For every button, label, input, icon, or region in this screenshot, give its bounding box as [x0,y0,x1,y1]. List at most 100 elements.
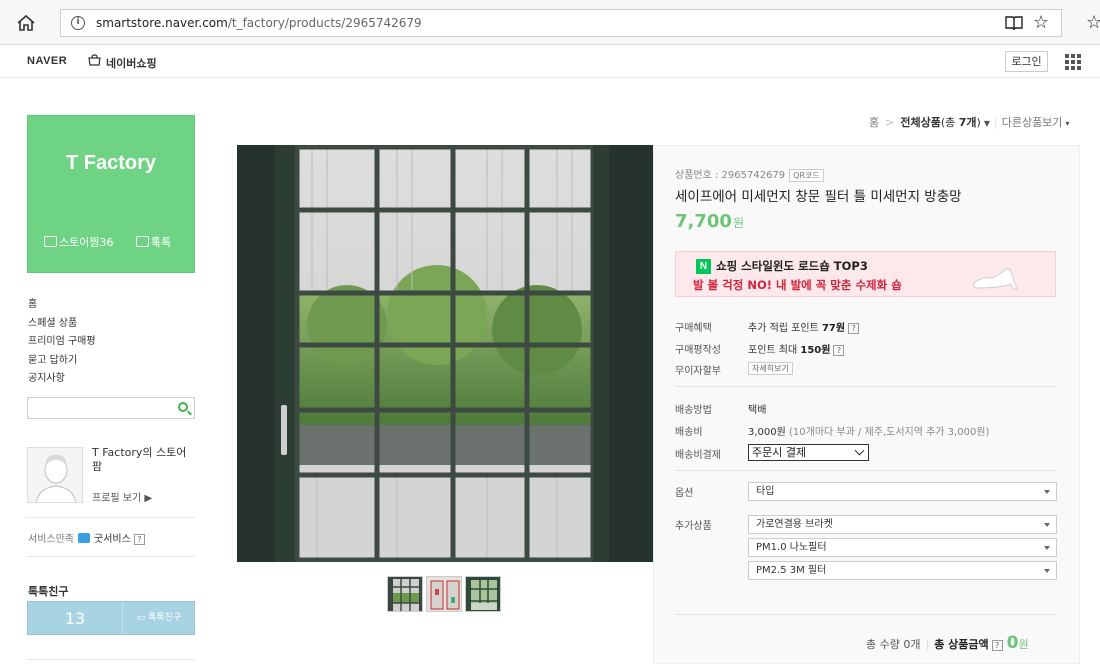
thumbnail-image [388,577,422,611]
shipping-method-key: 배송방법 [675,405,712,416]
qr-code-button[interactable]: QR코드 [789,169,824,182]
price-unit: 원 [732,216,744,230]
favorite-star-icon[interactable]: ☆ [1033,12,1049,33]
shipping-pay-key: 배송비결제 [675,450,721,461]
shipping-pay-select[interactable]: 주문시 결제 [748,444,869,461]
category-label: 전체상품 [900,116,941,129]
service-grade-value: 굿서비스 [94,534,131,545]
chat-icon: ▭ [136,613,149,623]
breadcrumb-category[interactable]: 전체상품(총 7개) [900,116,980,129]
profile-name[interactable]: T Factory의 스토어팜 [92,446,196,474]
info-icon[interactable]: i [71,16,85,30]
talk-friend-title: 톡톡친구 [28,585,69,598]
url-text[interactable]: smartstore.naver.com/t_factory/products/… [96,16,422,30]
home-icon[interactable] [16,14,36,32]
benefit-amount: 150원 [800,345,831,356]
shoe-image [972,267,1018,290]
shipping-fee: 3,000원 [748,427,786,438]
naver-top-bar: NAVER 네이버쇼핑 로그인 [0,45,1100,78]
dropdown-arrow-icon[interactable]: ▾ [1065,119,1069,128]
product-main-image[interactable] [237,145,653,562]
reading-view-icon[interactable] [1005,15,1023,31]
store-zzim-button[interactable]: 스토어찜36 [44,234,113,250]
total-amount: 0 [1006,633,1019,653]
menu-item-qna[interactable]: 묻고 답하기 [28,353,96,372]
store-menu: 홈 스페셜 상품 프리미엄 구매평 묻고 답하기 공지사항 [28,297,96,390]
favorites-bar-icon[interactable]: ☆ [1086,12,1100,33]
category-count: 7개 [958,116,977,129]
help-icon[interactable]: ? [991,640,1003,651]
chevron-right-icon: > [885,116,895,129]
divider [675,386,1056,387]
addon-select-pm10[interactable]: PM1.0 나노필터 [748,538,1057,557]
product-price: 7,700원 [675,211,744,232]
addon-key: 추가상품 [675,521,712,532]
profile-view-link[interactable]: 프로필 보기 ▶ [92,489,152,504]
store-zzim-icon [44,236,57,247]
menu-item-special[interactable]: 스페셜 상품 [28,316,96,335]
login-button[interactable]: 로그인 [1005,51,1048,72]
help-icon[interactable]: ? [848,323,860,334]
talk-friend-box: 13 ▭ 톡톡친구 [27,601,195,635]
menu-item-notice[interactable]: 공지사항 [28,371,96,390]
thumbnail-image [427,577,461,611]
talktalk-icon [136,236,149,247]
store-search-input[interactable] [27,397,195,419]
thumbnail-3[interactable] [465,576,501,612]
avatar-placeholder-icon [28,448,82,502]
address-bar[interactable]: i smartstore.naver.com/t_factory/product… [60,9,1062,37]
talk-friend-button[interactable]: ▭ 톡톡친구 [122,602,195,634]
zzim-count: 36 [99,236,114,249]
divider [27,659,195,660]
url-domain: smartstore.naver.com [96,16,228,30]
installment-detail-button[interactable]: 자세히보기 [748,362,793,375]
addon-selected: 가로연결용 브라켓 [756,519,833,530]
total-qty-label: 총 수량 [866,638,900,651]
addon-selected: PM2.5 3M 필터 [756,565,827,576]
caret-down-icon [1044,569,1050,573]
help-icon[interactable]: ? [833,345,845,356]
url-path: /t_factory/products/2965742679 [227,16,422,30]
addon-select-bracket[interactable]: 가로연결용 브라켓 [748,515,1057,534]
menu-item-home[interactable]: 홈 [28,297,96,316]
service-grade: 서비스만족 굿서비스? [28,530,145,545]
option-select[interactable]: 타입 [748,482,1057,501]
count-suffix: ) [976,116,981,129]
naver-shopping-link[interactable]: 네이버쇼핑 [106,55,157,71]
addon-select-pm25[interactable]: PM2.5 3M 필터 [748,561,1057,580]
breadcrumb-home[interactable]: 홈 [869,116,879,129]
breadcrumb: 홈 > 전체상품(총 7개) ▼ | 다른상품보기 ▾ [869,114,1069,130]
divider: | [993,116,998,129]
caret-down-icon [1044,490,1050,494]
thumbs-up-icon [78,533,90,543]
thumbnail-2[interactable] [426,576,462,612]
search-icon[interactable] [178,402,188,412]
divider [675,614,1056,615]
caret-down-icon [1044,546,1050,550]
talk-friend-count: 13 [64,609,86,628]
apps-grid-icon[interactable] [1065,54,1081,70]
divider: | [925,638,930,651]
benefit-prefix: 추가 적립 포인트 [748,323,822,334]
profile-avatar[interactable] [27,447,83,503]
thumbnail-image [466,577,500,611]
product-number: 상품번호 : 2965742679 QR코드 [675,166,824,182]
option-selected: 타입 [756,486,775,497]
chevron-down-icon [854,445,865,456]
menu-item-premium-review[interactable]: 프리미엄 구매평 [28,334,96,353]
installment-key: 무이자할부 [675,366,721,377]
zzim-label: 스토어찜 [59,236,100,249]
thumbnail-1[interactable] [387,576,423,612]
shipping-method-value: 택배 [748,405,767,416]
caret-down-icon [1044,523,1050,527]
store-name[interactable]: T Factory [28,152,194,175]
product-title: 세이프에어 미세먼지 창문 필터 틀 미세먼지 방충망 [675,189,962,205]
other-products-link[interactable]: 다른상품보기 [1002,116,1063,129]
naver-logo[interactable]: NAVER [27,55,67,67]
talktalk-button[interactable]: 톡톡 [136,234,171,250]
promo-banner[interactable]: N 쇼핑 스타일윈도 로드숍 TOP3 발 볼 걱정 NO! 내 발에 꼭 맞춘… [675,251,1056,297]
help-icon[interactable]: ? [133,534,145,545]
shipping-fee-note: (10개마다 부과 / 제주,도서지역 추가 3,000원) [789,427,990,438]
dropdown-arrow-icon[interactable]: ▼ [984,119,990,128]
store-header-box: T Factory 스토어찜36 톡톡 [27,115,195,273]
